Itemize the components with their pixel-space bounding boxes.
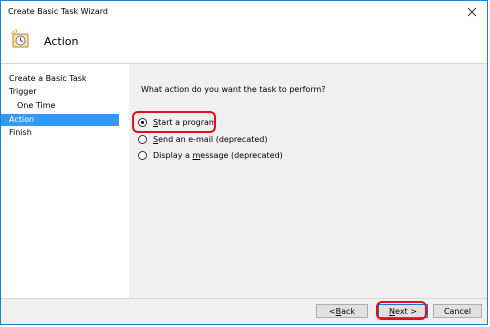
page-title: Action	[44, 35, 79, 48]
step-action[interactable]: Action	[1, 114, 119, 126]
option-label: Send an e-mail (deprecated)	[153, 134, 268, 144]
option-label: Display a message (deprecated)	[153, 150, 283, 160]
action-panel: What action do you want the task to perf…	[129, 64, 487, 298]
wizard-header: Action	[1, 23, 487, 63]
action-question: What action do you want the task to perf…	[141, 85, 326, 94]
step-finish[interactable]: Finish	[1, 127, 129, 139]
step-trigger[interactable]: Trigger	[1, 86, 129, 98]
step-create-basic-task[interactable]: Create a Basic Task	[1, 73, 129, 85]
radio-send-email[interactable]	[138, 134, 147, 144]
option-send-email[interactable]: Send an e-mail (deprecated)	[138, 133, 268, 145]
highlight-box	[132, 111, 216, 133]
task-clock-icon	[10, 28, 29, 48]
wizard-steps: Create a Basic Task Trigger One Time Act…	[1, 64, 129, 298]
cancel-button[interactable]: Cancel	[433, 304, 482, 318]
step-one-time[interactable]: One Time	[1, 100, 129, 112]
radio-display-message[interactable]	[138, 150, 147, 160]
close-icon	[467, 7, 477, 17]
wizard-window: Create Basic Task Wizard Action Create a…	[0, 0, 488, 325]
highlight-box	[376, 301, 427, 320]
back-button[interactable]: < Back	[316, 304, 368, 318]
footer-divider	[1, 298, 487, 299]
window-title: Create Basic Task Wizard	[8, 7, 108, 16]
close-button[interactable]	[457, 1, 487, 23]
title-bar: Create Basic Task Wizard	[1, 1, 487, 23]
option-display-message[interactable]: Display a message (deprecated)	[138, 149, 283, 161]
